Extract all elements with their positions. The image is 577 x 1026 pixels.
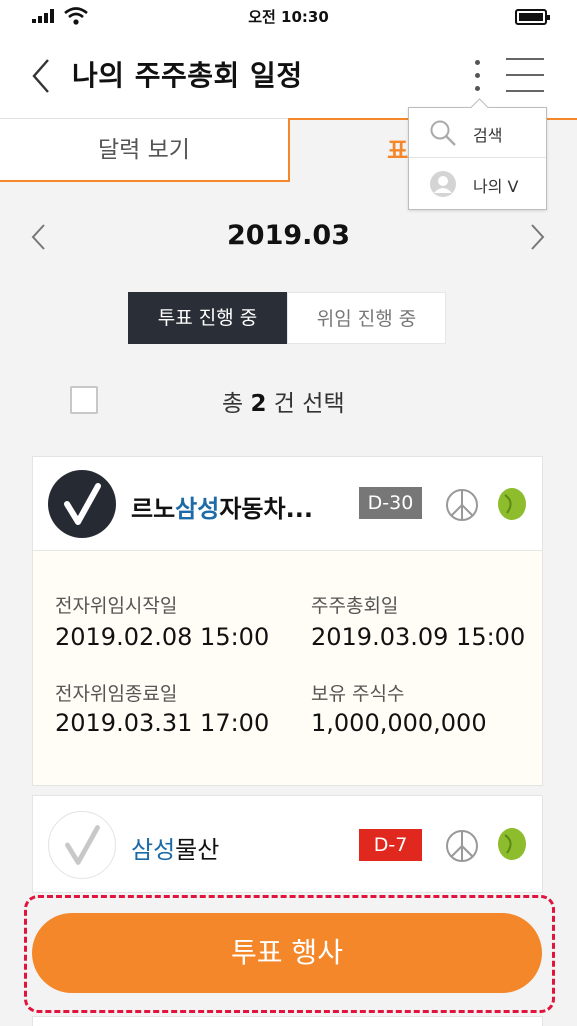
menu-item-label: 검색: [473, 126, 503, 145]
meeting-card[interactable]: 삼성물산 D-7: [32, 795, 543, 893]
company-name: 르노삼성자동차...: [131, 495, 313, 523]
check-logo-icon: [48, 470, 116, 538]
status-bar: 오전 10:30: [0, 0, 577, 34]
segment-voting[interactable]: 투표 진행 중: [128, 292, 287, 344]
detail-label: 주주총회일: [311, 595, 399, 617]
current-month: 2019.03: [227, 220, 350, 251]
selection-count-text: 총 2 건 선택: [222, 391, 345, 417]
menu-icon[interactable]: [506, 58, 544, 92]
status-time: 오전 10:30: [248, 8, 329, 26]
bean-icon: [498, 828, 526, 860]
menu-item-my[interactable]: 나의 V: [409, 159, 546, 209]
more-menu-popup: 검색 나의 V: [408, 107, 547, 210]
check-logo-icon: [48, 811, 116, 879]
search-icon: [430, 120, 456, 146]
peace-icon: [446, 830, 478, 862]
menu-item-search[interactable]: 검색: [409, 108, 546, 158]
select-all-checkbox[interactable]: [70, 386, 98, 414]
selection-count: 2: [250, 391, 267, 417]
company-name: 삼성물산: [131, 836, 220, 864]
more-vertical-icon[interactable]: [468, 58, 488, 94]
month-navigator: 2019.03: [0, 206, 577, 268]
card-header: 르노삼성자동차... D-30: [33, 457, 542, 551]
detail-value: 2019.02.08 15:00: [55, 623, 270, 651]
card-details: 전자위임시작일 2019.02.08 15:00 주주총회일 2019.03.0…: [33, 551, 542, 785]
detail-value: 2019.03.31 17:00: [55, 709, 270, 737]
detail-value: 2019.03.09 15:00: [311, 623, 526, 651]
bean-icon: [498, 488, 526, 520]
detail-label: 보유 주식수: [311, 683, 405, 705]
chevron-right-icon[interactable]: [526, 222, 548, 252]
selection-row: 총 2 건 선택: [0, 378, 577, 424]
user-icon: [430, 171, 456, 197]
vote-submit-button[interactable]: 투표 행사: [32, 913, 542, 993]
back-arrow-icon[interactable]: [28, 56, 56, 96]
dday-badge: D-7: [359, 829, 422, 861]
battery-icon: [515, 9, 550, 25]
detail-label: 전자위임종료일: [55, 683, 178, 705]
tab-calendar-view[interactable]: 달력 보기: [0, 118, 288, 182]
page-title: 나의 주주총회 일정: [72, 59, 303, 92]
meeting-card[interactable]: 르노삼성자동차... D-30 전자위임시작일 2019.02.08 15:00…: [32, 456, 543, 786]
menu-item-label: 나의 V: [473, 177, 519, 196]
detail-value: 1,000,000,000: [311, 709, 487, 737]
meeting-card[interactable]: [32, 1016, 543, 1026]
detail-label: 전자위임시작일: [55, 595, 178, 617]
app-header: 나의 주주총회 일정: [0, 34, 577, 118]
peace-icon: [446, 489, 478, 521]
segment-proxy[interactable]: 위임 진행 중: [287, 292, 446, 344]
dday-badge: D-30: [359, 487, 422, 519]
